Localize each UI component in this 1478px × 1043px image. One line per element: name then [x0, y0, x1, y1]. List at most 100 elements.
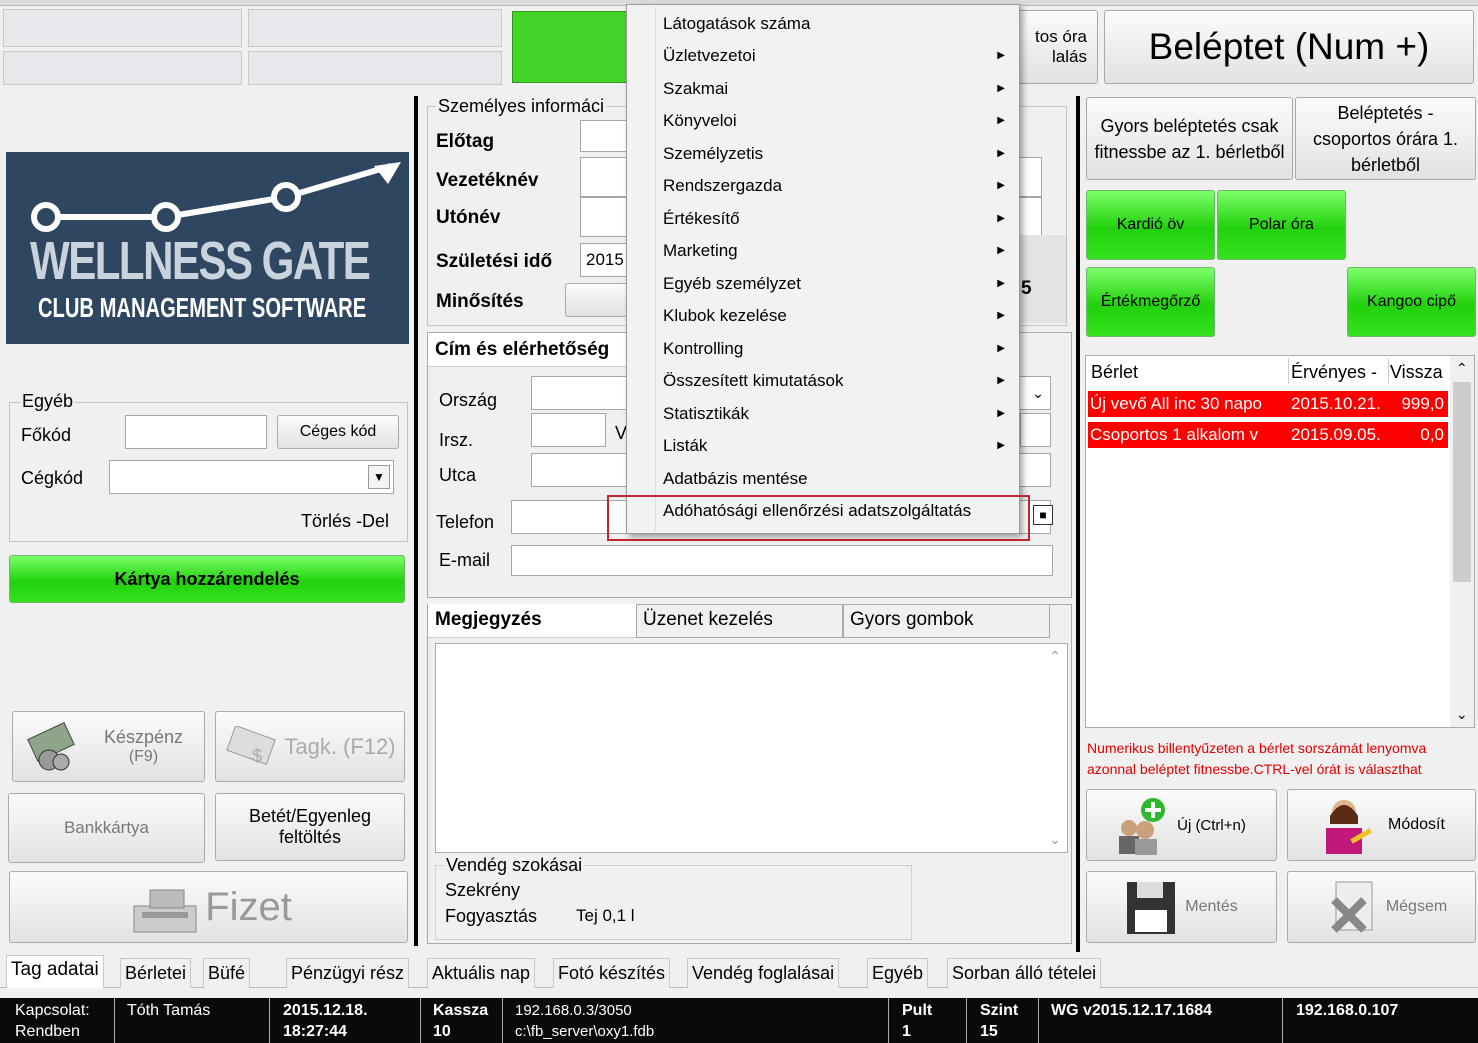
- notes-textarea[interactable]: ⌃ ⌄: [435, 643, 1068, 853]
- utonev-label: Utónév: [436, 207, 501, 228]
- submenu-arrow-icon: ▶: [997, 180, 1005, 191]
- pult-status: Pult 1: [902, 1002, 933, 1040]
- bankkartya-button[interactable]: Bankkártya: [8, 793, 205, 863]
- email-label: E-mail: [439, 550, 491, 570]
- beleptetes-csoportos-button[interactable]: Beléptetés - csoportos órára 1. bérletbő…: [1295, 97, 1476, 180]
- fizet-button[interactable]: Fizet: [9, 871, 408, 943]
- menu-item-szemelyzetis[interactable]: Személyzetis ▶: [663, 139, 1013, 169]
- menu-item-konyveloi[interactable]: Könyveloi ▶: [663, 106, 1013, 136]
- tab-aktualis-nap[interactable]: Aktuális nap: [427, 958, 536, 988]
- tab-egyeb[interactable]: Egyéb: [867, 958, 929, 988]
- submenu-arrow-icon: ▶: [997, 375, 1005, 386]
- col-berlet[interactable]: Bérlet: [1091, 362, 1138, 383]
- menu-item-latogatasok[interactable]: Látogatások száma: [663, 9, 1013, 39]
- fokod-input[interactable]: [125, 415, 267, 449]
- cegkod-select[interactable]: ▼: [109, 460, 394, 494]
- status-divider: [966, 998, 967, 1043]
- tab-megjegyzes[interactable]: Megjegyzés: [428, 604, 636, 638]
- ceges-kod-button[interactable]: Céges kód: [277, 415, 399, 449]
- menu-item-adatbazis-mentese[interactable]: Adatbázis mentése: [663, 464, 1013, 494]
- menu-item-klubok-kezelese[interactable]: Klubok kezelése ▶: [663, 301, 1013, 331]
- wellness-gate-logo: WELLNESS GATE CLUB MANAGEMENT SOFTWARE: [6, 152, 409, 344]
- left-separator: [414, 96, 418, 946]
- modosit-button[interactable]: Módosít: [1287, 789, 1476, 861]
- table-row[interactable]: Új vevő All inc 30 napo 2015.10.21. 999,…: [1088, 391, 1448, 417]
- beleptet-button[interactable]: Beléptet (Num +): [1104, 10, 1474, 84]
- telefon-checkbox[interactable]: ■: [1033, 505, 1053, 525]
- top-info-box-3: [248, 9, 502, 47]
- add-user-icon: [1113, 796, 1169, 856]
- scroll-thumb[interactable]: [1453, 382, 1471, 582]
- status-divider: [502, 998, 503, 1043]
- submenu-arrow-icon: ▶: [997, 115, 1005, 126]
- table-scrollbar[interactable]: ⌃ ⌄: [1450, 356, 1474, 727]
- tab-sorban-allo-tetelei[interactable]: Sorban álló tételei: [947, 958, 1102, 988]
- floppy-disk-icon: [1125, 880, 1177, 936]
- right-separator: [1076, 96, 1080, 952]
- menu-item-uzletvezetoi[interactable]: Üzletvezetoi ▶: [663, 41, 1013, 71]
- submenu-arrow-icon: ▶: [997, 310, 1005, 321]
- status-divider: [1282, 998, 1283, 1043]
- elotag-input[interactable]: [580, 120, 630, 152]
- scroll-up-icon[interactable]: ⌃: [1049, 648, 1061, 665]
- scroll-up-icon[interactable]: ⌃: [1456, 360, 1468, 377]
- submenu-arrow-icon: ▶: [997, 50, 1005, 61]
- menu-item-marketing[interactable]: Marketing ▶: [663, 236, 1013, 266]
- minosites-label: Minősítés: [436, 291, 524, 312]
- chevron-down-icon[interactable]: ▼: [368, 465, 390, 489]
- menu-item-listak[interactable]: Listák ▶: [663, 431, 1013, 461]
- kangoo-cipo-button[interactable]: Kangoo cipő: [1347, 267, 1476, 337]
- kassza-status: Kassza 10: [433, 1002, 489, 1040]
- menu-item-szakmai[interactable]: Szakmai ▶: [663, 74, 1013, 104]
- polar-ora-button[interactable]: Polar óra: [1217, 190, 1346, 260]
- col-vissza[interactable]: Vissza: [1390, 362, 1443, 383]
- tab-foto-keszites[interactable]: Fotó készítés: [553, 958, 671, 988]
- tab-gyors-gombok[interactable]: Gyors gombok: [843, 604, 1050, 638]
- tab-berletei[interactable]: Bérletei: [120, 958, 192, 988]
- tab-cim-elerhetoseg[interactable]: Cím és elérhetőség: [428, 333, 628, 367]
- irsz-input[interactable]: [531, 413, 606, 447]
- uj-button[interactable]: Új (Ctrl+n): [1086, 789, 1277, 861]
- highlight-rectangle: [607, 495, 1030, 541]
- menu-item-egyeb-szemelyzet[interactable]: Egyéb személyzet ▶: [663, 269, 1013, 299]
- kartya-hozzarendeles-button[interactable]: Kártya hozzárendelés: [9, 555, 405, 603]
- menu-item-rendszergazda[interactable]: Rendszergazda ▶: [663, 171, 1013, 201]
- telefon-label: Telefon: [436, 512, 495, 532]
- menu-item-osszesitett-kimutatasok[interactable]: Összesített kimutatások ▶: [663, 366, 1013, 396]
- submenu-arrow-icon: ▶: [997, 245, 1005, 256]
- menu-item-ertekesito[interactable]: Értékesítő ▶: [663, 204, 1013, 234]
- menu-icon-column: [655, 7, 656, 531]
- partial-label: 5: [1021, 278, 1032, 299]
- col-ervenyes[interactable]: Érvényes -: [1291, 362, 1377, 383]
- tab-tag-adatai[interactable]: Tag adatai: [6, 955, 104, 988]
- table-row[interactable]: Csoportos 1 alkalom v 2015.09.05. 0,0: [1088, 422, 1448, 448]
- mentes-button[interactable]: Mentés: [1086, 871, 1277, 943]
- fokod-label: Főkód: [21, 425, 72, 445]
- email-input[interactable]: [511, 545, 1053, 576]
- keszpenz-button[interactable]: Készpénz (F9): [12, 711, 205, 782]
- cegkod-label: Cégkód: [21, 468, 84, 488]
- tagk-button[interactable]: Tagk. (F12) $: [215, 711, 405, 782]
- tab-penzugyi-resz[interactable]: Pénzügyi rész: [286, 958, 410, 988]
- kardio-ov-button[interactable]: Kardió öv: [1086, 190, 1215, 260]
- megsem-button[interactable]: Mégsem: [1287, 871, 1476, 943]
- menu-item-kontrolling[interactable]: Kontrolling ▶: [663, 334, 1013, 364]
- tab-bufe[interactable]: Büfé: [203, 958, 251, 988]
- scroll-down-icon[interactable]: ⌄: [1456, 706, 1468, 723]
- ertekmegorzo-button[interactable]: Értékmegőrző: [1086, 267, 1215, 337]
- tab-uzenet-kezeles[interactable]: Üzenet kezelés: [636, 604, 843, 638]
- scroll-down-icon[interactable]: ⌄: [1049, 831, 1061, 848]
- varos-input[interactable]: [1020, 413, 1051, 447]
- betet-egyenleg-button[interactable]: Betét/Egyenleg feltöltés: [215, 793, 405, 861]
- vezeteknev-label: Vezetéknév: [436, 170, 539, 191]
- menu-item-statisztikak[interactable]: Statisztikák ▶: [663, 399, 1013, 429]
- szuletesi-ido-label: Születési idő: [436, 251, 553, 272]
- col-divider: [1288, 358, 1289, 384]
- chevron-down-icon[interactable]: ⌄: [1032, 385, 1044, 402]
- minosites-select[interactable]: [565, 283, 635, 317]
- tab-vendeg-foglalasai[interactable]: Vendég foglalásai: [687, 958, 840, 988]
- gyors-beleptetes-fitness-button[interactable]: Gyors beléptetés csak fitnessbe az 1. bé…: [1086, 97, 1293, 180]
- submenu-arrow-icon: ▶: [997, 343, 1005, 354]
- ip-status: 192.168.0.107: [1296, 1002, 1399, 1019]
- top-green-indicator: [512, 11, 632, 83]
